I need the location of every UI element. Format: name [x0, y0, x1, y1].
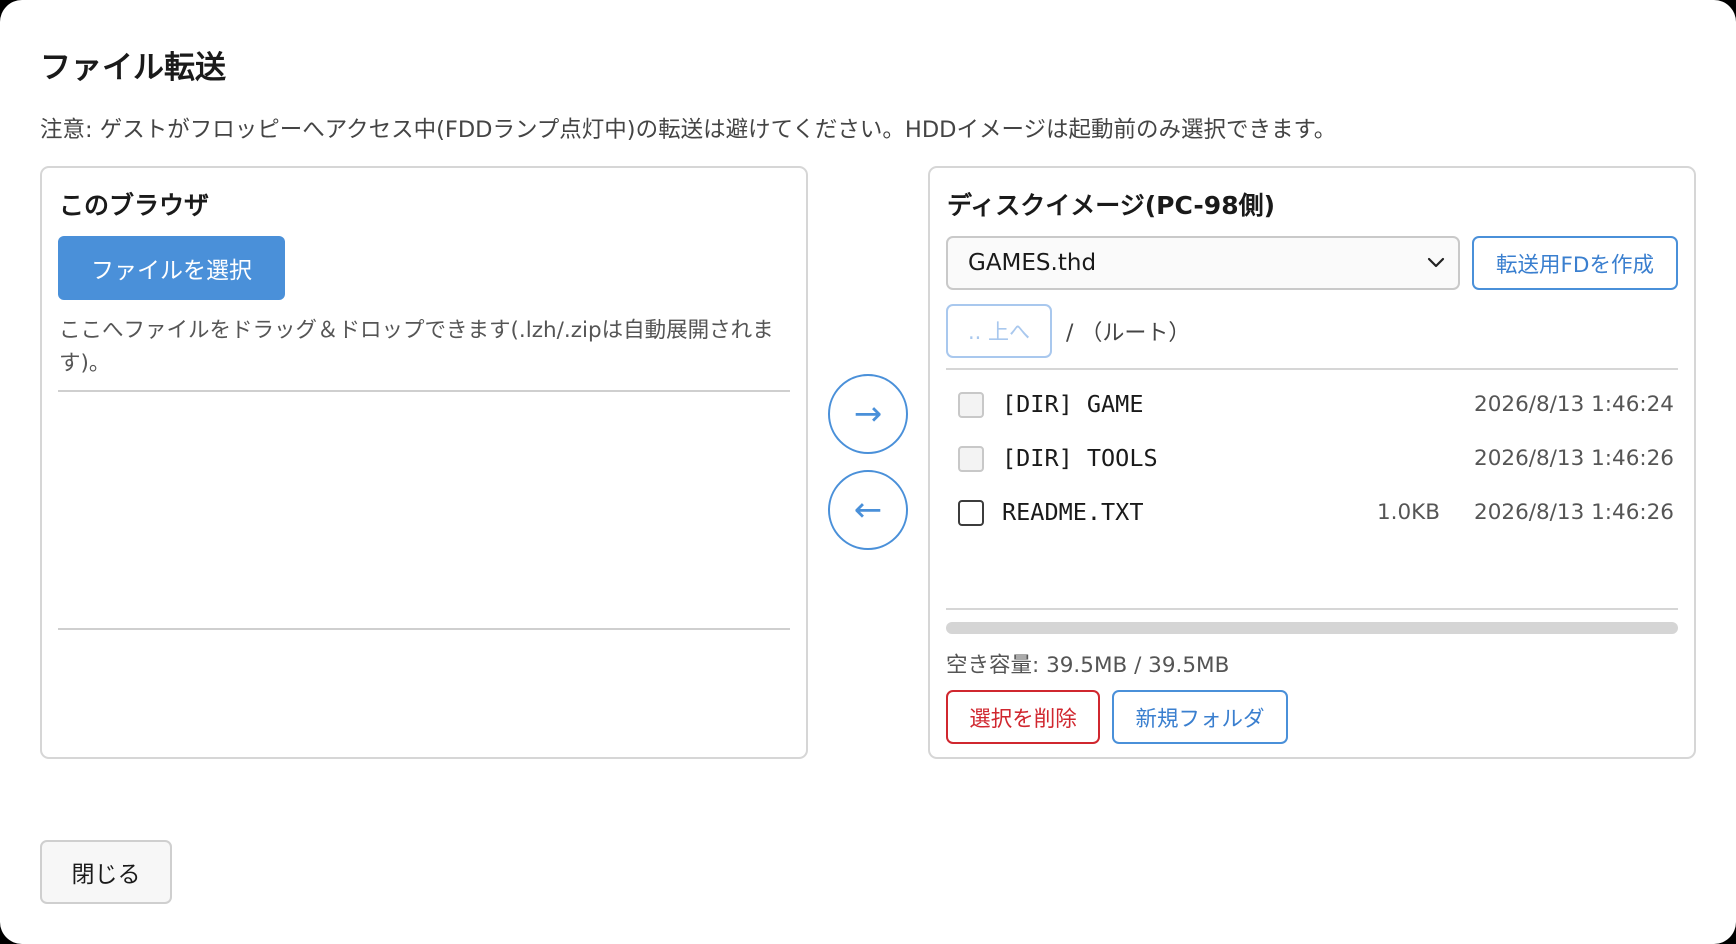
disk-panel-title: ディスクイメージ(PC-98側) [947, 191, 1276, 220]
notice-text: 注意: ゲストがフロッピーへアクセス中(FDDランプ点灯中)の転送は避けてくださ… [40, 117, 1337, 143]
free-space-text: 空き容量: 39.5MB / 39.5MB [946, 653, 1230, 678]
row-checkbox [958, 446, 984, 472]
arrow-left-icon: ← [853, 490, 883, 530]
file-date: 2026/8/13 1:46:26 [1474, 446, 1674, 471]
file-name: [DIR] TOOLS [1002, 444, 1158, 472]
delete-selected-button[interactable]: 選択を削除 [946, 690, 1100, 744]
file-date: 2026/8/13 1:46:24 [1474, 392, 1674, 417]
arrow-right-icon: → [853, 394, 883, 434]
new-folder-button[interactable]: 新規フォルダ [1112, 690, 1288, 744]
file-transfer-dialog: ファイル転送 注意: ゲストがフロッピーへアクセス中(FDDランプ点灯中)の転送… [0, 0, 1736, 944]
disk-image-panel: ディスクイメージ(PC-98側) GAMES.thd 転送用FDを作成 .. 上… [928, 166, 1696, 759]
disk-usage-bar [946, 622, 1678, 634]
file-size: 1.0KB [1376, 500, 1440, 525]
close-button[interactable]: 閉じる [40, 840, 172, 904]
row-checkbox[interactable] [958, 500, 984, 526]
transfer-to-disk-button[interactable]: → [828, 374, 908, 454]
file-name: README.TXT [1002, 498, 1144, 526]
disk-image-select-value: GAMES.thd [968, 250, 1097, 276]
file-row[interactable]: [DIR] GAME 2026/8/13 1:46:24 [946, 378, 1678, 432]
current-path: / （ルート） [1066, 321, 1191, 346]
row-checkbox [958, 392, 984, 418]
drop-zone[interactable] [58, 390, 790, 630]
choose-file-button[interactable]: ファイルを選択 [58, 236, 285, 300]
disk-image-select[interactable]: GAMES.thd [946, 236, 1460, 290]
create-transfer-fd-button[interactable]: 転送用FDを作成 [1472, 236, 1678, 290]
transfer-to-browser-button[interactable]: ← [828, 470, 908, 550]
file-name: [DIR] GAME [1002, 390, 1144, 418]
browser-panel: このブラウザ ファイルを選択 ここへファイルをドラッグ＆ドロップできます(.lz… [40, 166, 808, 759]
browser-panel-title: このブラウザ [59, 191, 210, 220]
file-list: [DIR] GAME 2026/8/13 1:46:24 [DIR] TOOLS… [946, 368, 1678, 610]
dialog-title: ファイル転送 [40, 50, 226, 86]
file-row[interactable]: [DIR] TOOLS 2026/8/13 1:46:26 [946, 432, 1678, 486]
file-date: 2026/8/13 1:46:26 [1474, 500, 1674, 525]
up-directory-button[interactable]: .. 上へ [946, 304, 1052, 358]
chevron-down-icon [1427, 257, 1445, 268]
drop-hint: ここへファイルをドラッグ＆ドロップできます(.lzh/.zipは自動展開されます… [59, 318, 774, 376]
file-row[interactable]: README.TXT 1.0KB 2026/8/13 1:46:26 [946, 486, 1678, 540]
